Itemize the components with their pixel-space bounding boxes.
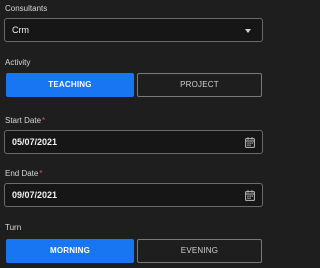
activity-teaching-button[interactable]: TEACHING <box>6 73 134 97</box>
consultants-selected-value: Crm <box>12 25 29 35</box>
activity-label: Activity <box>5 58 31 67</box>
end-date-label: End Date* <box>5 169 42 179</box>
calendar-icon[interactable] <box>245 137 255 148</box>
end-date-value: 09/07/2021 <box>12 190 58 200</box>
consultants-select[interactable]: Crm <box>4 18 263 42</box>
required-mark: * <box>39 169 43 178</box>
turn-evening-button[interactable]: EVENING <box>137 239 262 263</box>
start-date-value: 05/07/2021 <box>12 137 58 147</box>
activity-project-button[interactable]: PROJECT <box>137 73 262 97</box>
start-date-label: Start Date* <box>5 116 45 126</box>
calendar-icon[interactable] <box>245 190 255 201</box>
required-mark: * <box>42 116 46 125</box>
turn-morning-button[interactable]: MORNING <box>6 239 134 263</box>
end-date-input[interactable]: 09/07/2021 <box>4 183 263 207</box>
turn-label: Turn <box>5 223 22 232</box>
chevron-down-icon[interactable] <box>245 29 251 33</box>
end-date-label-text: End Date <box>5 169 39 178</box>
start-date-input[interactable]: 05/07/2021 <box>4 130 263 154</box>
start-date-label-text: Start Date <box>5 116 42 125</box>
consultants-label: Consultants <box>5 4 48 13</box>
